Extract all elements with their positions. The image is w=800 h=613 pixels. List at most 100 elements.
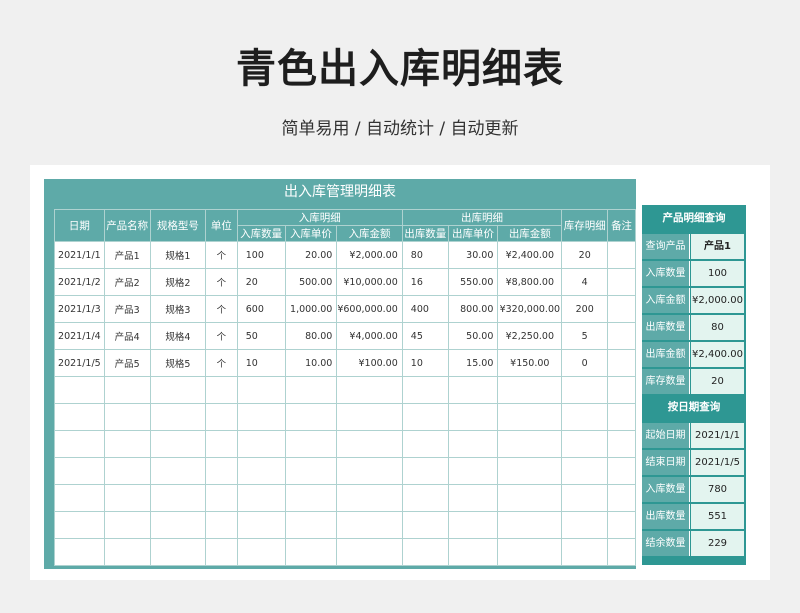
cell-spec[interactable] (149, 457, 207, 485)
cell-out-qty[interactable]: 80 (401, 241, 449, 269)
cell-date[interactable]: 2021/1/2 (54, 268, 105, 296)
cell-date[interactable] (54, 403, 105, 431)
product-query-value[interactable]: 80 (691, 315, 744, 340)
cell-stock[interactable] (561, 457, 609, 485)
cell-spec[interactable] (149, 511, 207, 539)
cell-in-qty[interactable]: 50 (236, 322, 286, 350)
date-query-value[interactable]: 2021/1/1 (691, 423, 744, 448)
cell-date[interactable]: 2021/1/1 (54, 241, 105, 269)
cell-unit[interactable] (205, 457, 238, 485)
cell-product[interactable] (103, 376, 151, 404)
cell-spec[interactable] (149, 376, 207, 404)
cell-note[interactable] (607, 430, 636, 458)
cell-out-price[interactable] (447, 403, 499, 431)
cell-note[interactable] (607, 457, 636, 485)
cell-in-qty[interactable]: 100 (236, 241, 286, 269)
cell-stock[interactable] (561, 484, 609, 512)
product-query-value[interactable]: ¥2,400.00 (691, 342, 744, 367)
cell-product[interactable]: 产品2 (103, 268, 151, 296)
cell-spec[interactable] (149, 484, 207, 512)
cell-in-price[interactable]: 1,000.00 (284, 295, 338, 323)
date-query-value[interactable]: 2021/1/5 (691, 450, 744, 475)
cell-stock[interactable]: 5 (561, 322, 609, 350)
cell-note[interactable] (607, 538, 636, 566)
cell-stock[interactable]: 0 (561, 349, 609, 377)
cell-in-price[interactable]: 500.00 (284, 268, 338, 296)
cell-unit[interactable]: 个 (205, 268, 238, 296)
cell-out-amount[interactable] (497, 376, 563, 404)
cell-date[interactable]: 2021/1/4 (54, 322, 105, 350)
cell-spec[interactable]: 规格4 (149, 322, 207, 350)
cell-in-amount[interactable] (336, 376, 403, 404)
cell-date[interactable]: 2021/1/5 (54, 349, 105, 377)
cell-out-price[interactable] (447, 538, 499, 566)
cell-out-price[interactable]: 550.00 (447, 268, 499, 296)
cell-in-amount[interactable] (336, 538, 403, 566)
col-header-spec[interactable]: 规格型号 (149, 209, 207, 242)
cell-product[interactable] (103, 430, 151, 458)
cell-note[interactable] (607, 376, 636, 404)
cell-unit[interactable]: 个 (205, 322, 238, 350)
cell-in-amount[interactable]: ¥600,000.00 (336, 295, 403, 323)
cell-unit[interactable] (205, 538, 238, 566)
cell-unit[interactable] (205, 511, 238, 539)
cell-unit[interactable] (205, 484, 238, 512)
cell-unit[interactable] (205, 403, 238, 431)
cell-in-price[interactable] (284, 484, 338, 512)
cell-in-amount[interactable]: ¥4,000.00 (336, 322, 403, 350)
product-query-value[interactable]: 20 (691, 369, 744, 394)
col-header-product[interactable]: 产品名称 (103, 209, 151, 242)
cell-unit[interactable]: 个 (205, 241, 238, 269)
cell-in-price[interactable]: 80.00 (284, 322, 338, 350)
cell-product[interactable]: 产品1 (103, 241, 151, 269)
cell-spec[interactable] (149, 403, 207, 431)
cell-out-qty[interactable] (401, 457, 449, 485)
cell-in-qty[interactable] (236, 538, 286, 566)
cell-out-qty[interactable] (401, 511, 449, 539)
cell-date[interactable] (54, 457, 105, 485)
cell-spec[interactable]: 规格3 (149, 295, 207, 323)
cell-product[interactable] (103, 484, 151, 512)
cell-in-qty[interactable] (236, 430, 286, 458)
cell-product[interactable] (103, 457, 151, 485)
cell-stock[interactable] (561, 538, 609, 566)
cell-note[interactable] (607, 484, 636, 512)
cell-out-amount[interactable]: ¥150.00 (497, 349, 563, 377)
cell-out-qty[interactable]: 45 (401, 322, 449, 350)
cell-in-qty[interactable] (236, 484, 286, 512)
product-query-value[interactable]: 100 (691, 261, 744, 286)
cell-out-amount[interactable]: ¥2,400.00 (497, 241, 563, 269)
date-query-value[interactable]: 551 (691, 504, 744, 529)
col-header-unit[interactable]: 单位 (205, 209, 238, 242)
cell-out-qty[interactable]: 16 (401, 268, 449, 296)
cell-in-amount[interactable]: ¥2,000.00 (336, 241, 403, 269)
cell-out-amount[interactable] (497, 538, 563, 566)
col-header-date[interactable]: 日期 (54, 209, 105, 242)
col-header-stock[interactable]: 库存明细 (561, 209, 609, 242)
cell-out-amount[interactable]: ¥8,800.00 (497, 268, 563, 296)
group-header-in[interactable]: 入库明细 (236, 209, 403, 226)
cell-in-amount[interactable]: ¥10,000.00 (336, 268, 403, 296)
cell-out-price[interactable] (447, 484, 499, 512)
cell-spec[interactable] (149, 538, 207, 566)
cell-out-qty[interactable] (401, 403, 449, 431)
cell-out-price[interactable]: 800.00 (447, 295, 499, 323)
cell-in-amount[interactable]: ¥100.00 (336, 349, 403, 377)
cell-out-qty[interactable] (401, 538, 449, 566)
cell-date[interactable] (54, 376, 105, 404)
cell-out-price[interactable]: 30.00 (447, 241, 499, 269)
col-header-out-qty[interactable]: 出库数量 (401, 225, 449, 242)
product-query-value[interactable]: ¥2,000.00 (691, 288, 744, 313)
cell-in-qty[interactable]: 20 (236, 268, 286, 296)
col-header-out-amount[interactable]: 出库金额 (497, 225, 563, 242)
cell-product[interactable]: 产品3 (103, 295, 151, 323)
cell-in-price[interactable] (284, 538, 338, 566)
cell-out-qty[interactable] (401, 484, 449, 512)
cell-spec[interactable]: 规格2 (149, 268, 207, 296)
cell-in-amount[interactable] (336, 457, 403, 485)
cell-out-amount[interactable]: ¥320,000.00 (497, 295, 563, 323)
cell-stock[interactable]: 4 (561, 268, 609, 296)
cell-out-amount[interactable] (497, 457, 563, 485)
cell-out-price[interactable] (447, 430, 499, 458)
cell-date[interactable] (54, 484, 105, 512)
